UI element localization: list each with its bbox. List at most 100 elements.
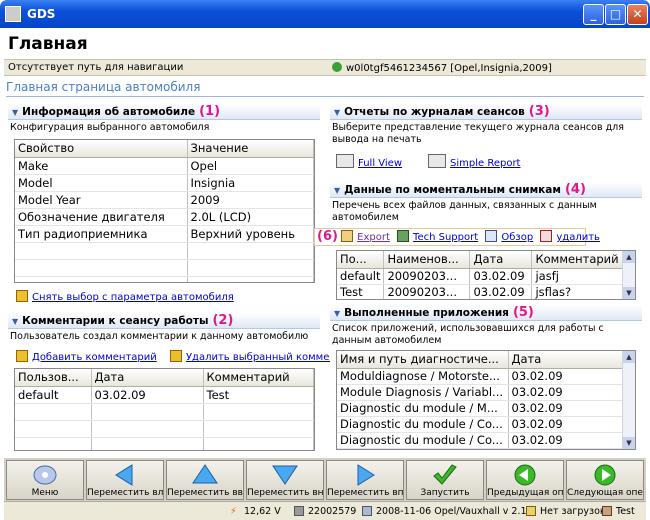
browse-button[interactable]: Обзор [485, 230, 533, 243]
application-row[interactable]: Moduldiagnose / Motorste... 03.02.09 [337, 368, 624, 385]
session-reports-header[interactable]: ▼ Отчеты по журналам сеансов (3) [330, 104, 642, 120]
add-comment-link[interactable]: Добавить комментарий [32, 352, 157, 363]
table-cell: default [15, 386, 92, 404]
application-row[interactable]: Module Diagnosis / Variabl... 03.02.09 [337, 384, 624, 401]
maximize-button[interactable]: □ [605, 4, 626, 25]
comment-row[interactable]: default 03.02.09 Test [15, 386, 314, 404]
property-row[interactable]: Model Year 2009 [15, 191, 314, 209]
toolbar-button-label: Меню [31, 488, 59, 498]
toolbar-button-left[interactable]: Переместить влево [86, 460, 164, 500]
column-header-user[interactable]: Пользов... [15, 369, 92, 387]
column-header-app-path[interactable]: Имя и путь диагностиче... [337, 351, 509, 369]
table-cell [187, 276, 314, 282]
column-header-date[interactable]: Дата [91, 369, 204, 387]
close-button[interactable]: ✕ [627, 4, 648, 25]
applications-scrollbar[interactable]: ▲ ▼ [622, 351, 635, 449]
property-row[interactable]: Make Opel [15, 157, 314, 175]
export-link[interactable]: Export [357, 232, 390, 243]
table-cell [187, 242, 314, 260]
toolbar-button-label: Переместить влево [87, 488, 163, 498]
applications-header[interactable]: ▼ Выполненные приложения (5) [330, 305, 642, 321]
add-comment-button[interactable]: Добавить комментарий [16, 350, 157, 363]
browse-link[interactable]: Обзор [501, 232, 533, 243]
vehicle-properties-table[interactable]: Свойство Значение Make Opel Model Insignia M… [14, 139, 315, 283]
table-cell: default [337, 268, 385, 285]
table-cell [91, 420, 204, 438]
column-header-comment[interactable]: Комментарий [531, 251, 624, 269]
table-cell: Тип радиоприемника [15, 225, 188, 243]
snapshots-scrollbar[interactable]: ▲ ▼ [622, 251, 635, 299]
property-row[interactable]: Обозначение двигателя 2.0L (LCD) [15, 208, 314, 226]
empty-row [15, 276, 314, 282]
tech-support-link[interactable]: Tech Support [413, 232, 478, 243]
application-row[interactable]: Diagnostic du module / Co... 03.02.09 [337, 432, 624, 449]
snapshot-row[interactable]: default 20090203... 03.02.09 jasfj [337, 268, 624, 285]
minimize-button[interactable]: _ [583, 4, 604, 25]
snapshots-header[interactable]: ▼ Данные по моментальным снимкам (4) [330, 182, 642, 198]
applications-table[interactable]: Имя и путь диагностиче... Дата Moduldiag… [336, 350, 636, 450]
comments-table[interactable]: Пользов... Дата Комментарий default 03.02… [14, 368, 315, 451]
vehicle-indicator[interactable]: w0l0tgf5461234567 [Opel,Insignia,2009] [332, 62, 552, 74]
simple-report-link[interactable]: Simple Report [450, 158, 520, 169]
current-user: Test [616, 506, 635, 517]
column-header-date[interactable]: Дата [469, 251, 533, 269]
version-icon [362, 506, 372, 516]
scroll-up-icon[interactable]: ▲ [623, 251, 635, 263]
toolbar-button-run[interactable]: Запустить [406, 460, 484, 500]
clear-selection-link-row[interactable]: Снять выбор с параметра автомобиля [16, 290, 234, 303]
application-row[interactable]: Diagnostic du module / M... 03.02.09 [337, 400, 624, 417]
snapshots-table[interactable]: По... Наименов... Дата Комментарий defau… [336, 250, 636, 300]
session-comments-header[interactable]: ▼ Комментарии к сеансу работы (2) [8, 313, 320, 329]
voltage: 12,62 V [244, 506, 281, 517]
table-cell [203, 403, 314, 421]
snapshot-row[interactable]: Test 20090203... 03.02.09 jsflas? [337, 284, 624, 299]
scroll-down-icon[interactable]: ▼ [623, 287, 635, 299]
vehicle-info-header[interactable]: ▼ Информация об автомобиле (1) [8, 104, 320, 120]
column-header-comment[interactable]: Комментарий [203, 369, 314, 387]
simple-report-button[interactable]: Simple Report [428, 154, 520, 169]
full-view-link[interactable]: Full View [358, 158, 402, 169]
delete-snapshot-button[interactable]: удалить [540, 230, 600, 243]
column-header-name[interactable]: Наименов... [383, 251, 471, 269]
toolbar-button-label: Переместить вправо [327, 488, 403, 498]
empty-row [15, 437, 314, 450]
collapse-icon: ▼ [12, 108, 19, 117]
clear-selection-link[interactable]: Снять выбор с параметра автомобиля [32, 292, 234, 303]
toolbar-button-down[interactable]: Переместить вниз [246, 460, 324, 500]
delete-snapshot-link[interactable]: удалить [556, 232, 600, 243]
device-icon [294, 506, 304, 516]
scroll-up-icon[interactable]: ▲ [623, 351, 635, 363]
export-button[interactable]: Export [341, 230, 390, 243]
table-cell [15, 259, 188, 277]
section-number: (5) [512, 305, 534, 320]
column-header-user[interactable]: По... [337, 251, 385, 269]
table-cell: jasfj [531, 268, 624, 285]
checkmark-icon [407, 463, 483, 487]
property-row[interactable]: Model Insignia [15, 174, 314, 192]
toolbar-button-next[interactable]: Следующая операция [566, 460, 644, 500]
table-cell: Diagnostic du module / Co... [337, 416, 509, 433]
snapshots-desc: Перечень всех файлов данных, связанных с… [332, 200, 597, 223]
downloads-icon [526, 506, 536, 516]
empty-row [15, 403, 314, 421]
table-cell: Diagnostic du module / M... [337, 400, 509, 417]
toolbar-button-prev[interactable]: Предыдущая операция [486, 460, 564, 500]
scroll-down-icon[interactable]: ▼ [623, 437, 635, 449]
column-header-date[interactable]: Дата [508, 351, 624, 369]
column-header-property[interactable]: Свойство [15, 140, 188, 158]
toolbar-button-right[interactable]: Переместить вправо [326, 460, 404, 500]
column-header-value[interactable]: Значение [187, 140, 314, 158]
table-cell: 03.02.09 [508, 432, 624, 449]
toolbar-button-up[interactable]: Переместить вверх [166, 460, 244, 500]
section-title: Информация об автомобиле [22, 106, 196, 118]
toolbar-button-menu[interactable]: Меню [6, 460, 84, 500]
app-icon [5, 6, 21, 22]
application-row[interactable]: Diagnostic du module / Co... 03.02.09 [337, 416, 624, 433]
property-row[interactable]: Тип радиоприемника Верхний уровень [15, 225, 314, 243]
tech-support-button[interactable]: Tech Support [397, 230, 478, 243]
vehicle-id: w0l0tgf5461234567 [Opel,Insignia,2009] [346, 63, 552, 74]
table-cell: 2009 [187, 191, 314, 209]
vehicle-status-icon [332, 62, 342, 72]
full-view-button[interactable]: Full View [336, 154, 402, 169]
voltage-icon: ⚡ [230, 506, 237, 517]
